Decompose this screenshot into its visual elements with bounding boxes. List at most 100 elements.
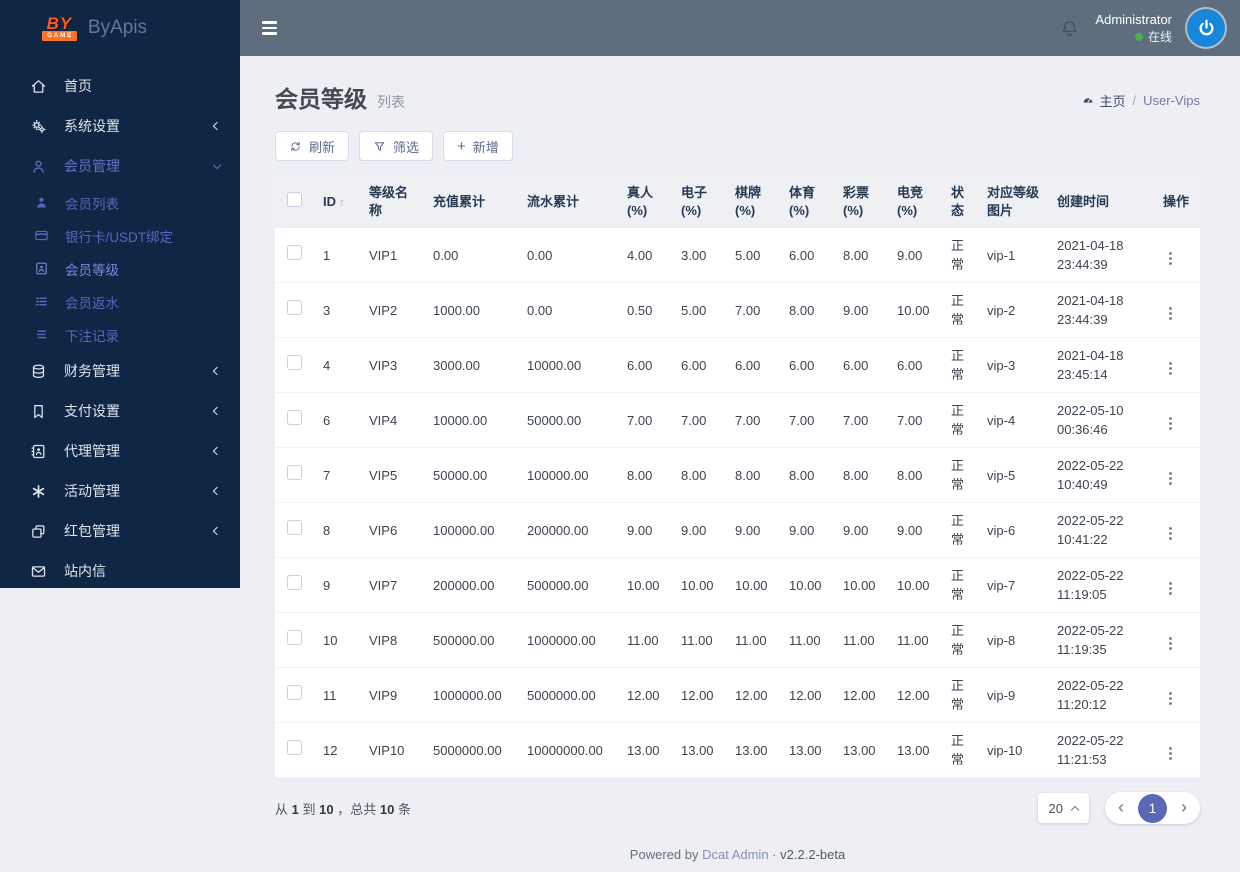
chevron-up-icon xyxy=(1070,805,1080,814)
column-header: 流水累计 xyxy=(519,175,619,229)
row-actions-button[interactable] xyxy=(1163,303,1178,324)
row-actions-button[interactable] xyxy=(1163,413,1178,434)
column-header[interactable]: ID ↑ xyxy=(315,175,361,229)
row-checkbox[interactable] xyxy=(287,630,302,646)
cell-status: 正常 xyxy=(943,282,979,339)
filter-button[interactable]: 筛选 xyxy=(359,131,434,161)
address-book-icon xyxy=(31,444,45,458)
sidebar-item-finance-management[interactable]: 财务管理 xyxy=(0,351,240,391)
cell-flow: 200000.00 xyxy=(519,502,619,559)
select-all-checkbox[interactable] xyxy=(287,191,302,207)
row-actions-button[interactable] xyxy=(1163,523,1178,544)
sidebar-item-member-levels[interactable]: 会员等级 xyxy=(0,252,240,285)
row-checkbox[interactable] xyxy=(287,740,302,756)
cell-lottery: 9.00 xyxy=(835,502,889,559)
cell-lottery: 8.00 xyxy=(835,228,889,284)
row-actions-button[interactable] xyxy=(1163,743,1178,764)
cell-cards: 9.00 xyxy=(727,502,781,559)
cell-checkbox xyxy=(275,502,315,559)
database-icon xyxy=(32,364,45,378)
row-actions-button[interactable] xyxy=(1163,578,1178,599)
cell-live: 12.00 xyxy=(619,667,673,724)
row-checkbox[interactable] xyxy=(287,520,302,536)
sidebar-item-member-management[interactable]: 会员管理 xyxy=(0,146,240,186)
refresh-button[interactable]: 刷新 xyxy=(275,131,350,161)
cell-created: 2022-05-22 11:21:53 xyxy=(1049,722,1155,779)
column-header: 对应等级图片 xyxy=(979,175,1049,229)
sidebar-item-site-mail[interactable]: 站内信 xyxy=(0,551,240,588)
table-row: 12 VIP10 5000000.00 10000000.00 13.00 13.00 13… xyxy=(275,722,1200,779)
sidebar-item-system-settings[interactable]: 系统设置 xyxy=(0,106,240,146)
cell-cards: 11.00 xyxy=(727,612,781,669)
cell-checkbox xyxy=(275,228,315,284)
cell-image: vip-7 xyxy=(979,557,1049,614)
cell-recharge: 200000.00 xyxy=(425,557,519,614)
cell-sports: 12.00 xyxy=(781,667,835,724)
cell-created: 2022-05-22 11:19:35 xyxy=(1049,612,1155,669)
cell-slots: 7.00 xyxy=(673,392,727,449)
column-header: 电竞(%) xyxy=(889,175,943,229)
chevron-down-icon xyxy=(212,160,222,170)
sidebar-item-bet-records[interactable]: 下注记录 xyxy=(0,318,240,351)
row-actions-button[interactable] xyxy=(1163,688,1178,709)
sidebar-item-agent-management[interactable]: 代理管理 xyxy=(0,431,240,471)
row-checkbox[interactable] xyxy=(287,300,302,316)
sort-asc-icon[interactable]: ↑ xyxy=(339,195,345,209)
dcat-admin-link[interactable]: Dcat Admin xyxy=(702,847,768,862)
cell-checkbox xyxy=(275,447,315,504)
column-header: 等级名称 xyxy=(361,175,425,229)
app-logo[interactable]: BY GAME ByApis xyxy=(0,0,240,56)
cell-live: 8.00 xyxy=(619,447,673,504)
row-checkbox[interactable] xyxy=(287,685,302,701)
notifications-bell-icon[interactable] xyxy=(1059,18,1080,39)
cell-status: 正常 xyxy=(943,502,979,559)
row-actions-button[interactable] xyxy=(1163,633,1178,654)
table-row: 4 VIP3 3000.00 10000.00 6.00 6.00 6.00 6.00 6.00… xyxy=(275,337,1200,394)
cell-lottery: 10.00 xyxy=(835,557,889,614)
chevron-left-icon xyxy=(212,486,222,496)
cell-esports: 8.00 xyxy=(889,447,943,504)
sidebar-item-label: 会员列表 xyxy=(65,196,119,212)
sidebar-item-activity-management[interactable]: 活动管理 xyxy=(0,471,240,511)
breadcrumb-separator: / xyxy=(1132,92,1137,108)
sidebar-item-payment-settings[interactable]: 支付设置 xyxy=(0,391,240,431)
current-page-button[interactable]: 1 xyxy=(1138,793,1167,823)
cell-cards: 8.00 xyxy=(727,447,781,504)
row-actions-button[interactable] xyxy=(1163,358,1178,379)
dashboard-gauge-icon xyxy=(1081,93,1095,107)
sidebar-item-member-list[interactable]: 会员列表 xyxy=(0,186,240,219)
sidebar-item-redpacket-management[interactable]: 红包管理 xyxy=(0,511,240,551)
cell-checkbox xyxy=(275,612,315,669)
page-size-select[interactable]: 20 xyxy=(1037,793,1089,824)
sidebar-item-label: 支付设置 xyxy=(64,403,120,419)
chevron-left-icon xyxy=(212,366,222,376)
sidebar-item-member-rebate[interactable]: 会员返水 xyxy=(0,285,240,318)
row-checkbox[interactable] xyxy=(287,355,302,371)
cell-created: 2022-05-22 11:20:12 xyxy=(1049,667,1155,724)
next-page-button[interactable]: › xyxy=(1180,798,1188,819)
cell-name: VIP1 xyxy=(361,228,425,284)
prev-page-button[interactable]: ‹ xyxy=(1117,798,1125,819)
row-checkbox[interactable] xyxy=(287,575,302,591)
menu-toggle-icon[interactable] xyxy=(258,17,281,39)
row-actions-button[interactable] xyxy=(1163,468,1178,489)
add-button[interactable]: + 新增 xyxy=(443,131,513,161)
breadcrumb-home-link[interactable]: 主页 xyxy=(1081,91,1126,110)
cell-created: 2021-04-18 23:44:39 xyxy=(1049,228,1155,284)
copy-icon xyxy=(32,524,45,538)
user-avatar[interactable] xyxy=(1187,9,1225,47)
user-block: Administrator 在线 xyxy=(1095,11,1172,45)
table-row: 10 VIP8 500000.00 1000000.00 11.00 11.00 11.00… xyxy=(275,612,1200,669)
sidebar-item-bank-usdt-binding[interactable]: 银行卡/USDT绑定 xyxy=(0,219,240,252)
row-checkbox[interactable] xyxy=(287,245,302,261)
row-actions-button[interactable] xyxy=(1163,248,1178,269)
cell-name: VIP9 xyxy=(361,667,425,724)
table-row: 11 VIP9 1000000.00 5000000.00 12.00 12.00 12.0… xyxy=(275,667,1200,724)
row-checkbox[interactable] xyxy=(287,465,302,481)
cell-live: 11.00 xyxy=(619,612,673,669)
sidebar-item-label: 站内信 xyxy=(64,563,106,579)
cell-slots: 9.00 xyxy=(673,502,727,559)
sidebar-item-home[interactable]: 首页 xyxy=(0,66,240,106)
row-checkbox[interactable] xyxy=(287,410,302,426)
vip-levels-table: ID ↑ 等级名称 充值累计 流水累计 真人(%) 电子(%) 棋牌(%) 体育(%) 彩票(%)… xyxy=(275,175,1200,779)
